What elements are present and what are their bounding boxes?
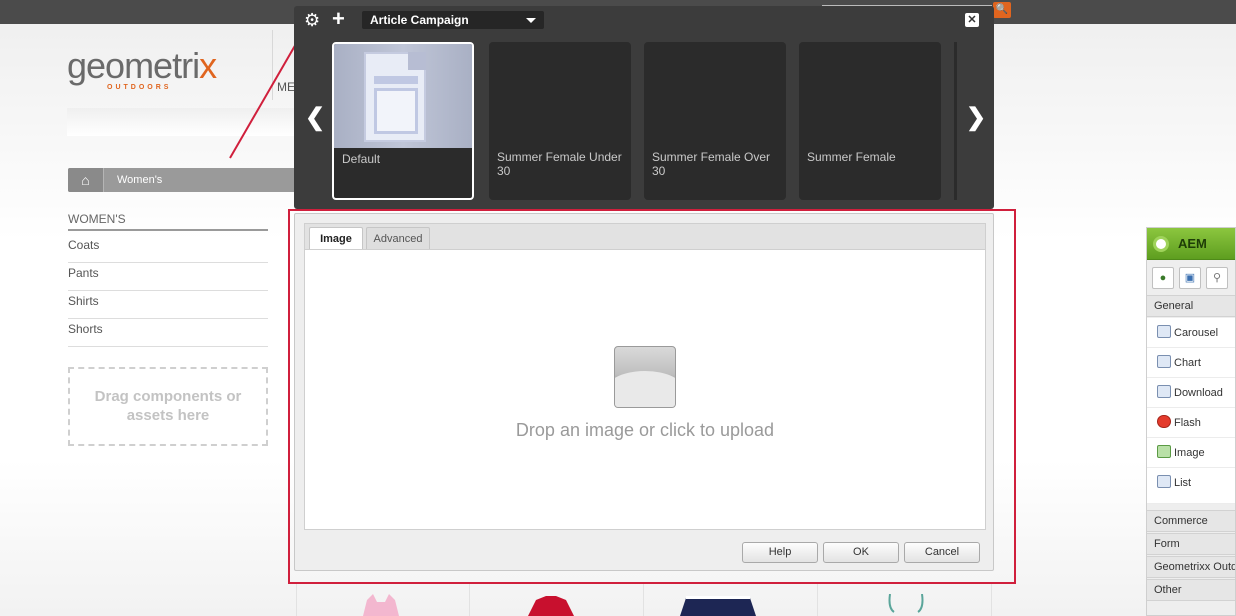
product-tile[interactable] [470, 584, 644, 616]
logo-text: geometri [67, 45, 200, 86]
nav-item-shorts[interactable]: Shorts [68, 319, 268, 347]
component-drop-zone[interactable]: Drag components or assets here [68, 367, 268, 446]
component-label: Carousel [1174, 327, 1219, 339]
breadcrumb: ⌂ Women's [68, 168, 298, 192]
flash-icon [1157, 415, 1171, 428]
download-icon [1157, 385, 1171, 398]
components-tab-icon[interactable]: ● [1152, 267, 1174, 289]
help-button[interactable]: Help [742, 542, 818, 563]
ok-button[interactable]: OK [823, 542, 899, 563]
image-drop-area[interactable]: Drop an image or click to upload [304, 249, 986, 530]
logo-divider [272, 30, 273, 100]
product-tile[interactable] [818, 584, 992, 616]
nav-section-rule [68, 229, 268, 231]
nav-item-pants[interactable]: Pants [68, 263, 268, 291]
group-geometrixx-outdoors[interactable]: Geometrixx Outdoors [1147, 556, 1235, 578]
component-download[interactable]: Download [1147, 378, 1235, 408]
nav-section-title: WOMEN'S [68, 212, 126, 226]
experience-label: Summer Female Under 30 [497, 150, 622, 178]
component-carousel[interactable]: Carousel [1147, 318, 1235, 348]
sidekick-header[interactable]: AEM [1147, 228, 1235, 260]
experience-card-default[interactable]: Default [332, 42, 474, 200]
component-label: Download [1174, 387, 1223, 399]
tab-image[interactable]: Image [309, 227, 363, 251]
red-jacket-thumbnail [528, 596, 574, 616]
experience-card[interactable]: Summer Female Under 30 [489, 42, 631, 200]
top-menu-item[interactable]: ME [277, 80, 295, 94]
component-label: Image [1174, 447, 1205, 459]
chevron-right-icon[interactable]: ❯ [966, 106, 986, 130]
component-label: Chart [1174, 357, 1201, 369]
nav-item-coats[interactable]: Coats [68, 235, 268, 263]
image-upload-icon[interactable] [614, 346, 676, 408]
campaign-select[interactable]: Article Campaign [362, 11, 544, 29]
tab-advanced[interactable]: Advanced [366, 227, 430, 250]
group-other[interactable]: Other [1147, 579, 1235, 601]
component-label: Flash [1174, 417, 1201, 429]
product-strip [296, 584, 992, 616]
gear-icon[interactable]: ⚙ [304, 10, 320, 30]
dialog-tabbar: Image Advanced [304, 223, 986, 251]
list-icon [1157, 475, 1171, 488]
experience-label: Summer Female [807, 150, 896, 164]
experience-card[interactable]: Summer Female Over 30 [644, 42, 786, 200]
aem-logo-icon [1153, 236, 1169, 252]
necklace-thumbnail [888, 594, 924, 613]
upload-hint[interactable]: Drop an image or click to upload [305, 420, 985, 441]
site-logo[interactable]: geometrix OUTDOORS [67, 45, 217, 92]
header-fade [67, 108, 297, 136]
info-tab-icon[interactable]: ⚲ [1206, 267, 1228, 289]
experience-card-partial[interactable] [954, 42, 957, 200]
component-label: List [1174, 477, 1192, 489]
image-dialog: Image Advanced Drop an image or click to… [294, 213, 994, 571]
experience-thumbnail [334, 44, 472, 148]
chart-icon [1157, 355, 1171, 368]
sidekick-panel: AEM ● ▣ ⚲ General Carousel Chart Downloa… [1146, 227, 1236, 616]
image-icon [1157, 445, 1171, 458]
navy-shorts-thumbnail [680, 596, 756, 616]
campaign-overlay: ⚙ + Article Campaign ✕ ❮ ❯ Default Summe… [294, 6, 994, 209]
document-icon [364, 52, 426, 142]
pink-top-thumbnail [363, 594, 399, 616]
product-tile[interactable] [296, 584, 470, 616]
group-general[interactable]: General [1147, 295, 1235, 317]
component-list[interactable]: List [1147, 468, 1235, 504]
add-icon[interactable]: + [332, 8, 345, 30]
cancel-button[interactable]: Cancel [904, 542, 980, 563]
page-tab-icon[interactable]: ▣ [1179, 267, 1201, 289]
experience-card[interactable]: Summer Female [799, 42, 941, 200]
experience-label: Summer Female Over 30 [652, 150, 771, 178]
component-flash[interactable]: Flash [1147, 408, 1235, 438]
close-icon[interactable]: ✕ [965, 13, 979, 27]
sidekick-tabs: ● ▣ ⚲ [1147, 264, 1235, 292]
nav-item-shirts[interactable]: Shirts [68, 291, 268, 319]
product-tile[interactable] [644, 584, 818, 616]
group-form[interactable]: Form [1147, 533, 1235, 555]
component-chart[interactable]: Chart [1147, 348, 1235, 378]
carousel-icon [1157, 325, 1171, 338]
campaign-select-value: Article Campaign [370, 13, 469, 27]
group-commerce[interactable]: Commerce [1147, 510, 1235, 532]
chevron-left-icon[interactable]: ❮ [305, 106, 325, 130]
component-image[interactable]: Image [1147, 438, 1235, 468]
logo-x: x [199, 45, 217, 86]
experience-label: Default [342, 152, 381, 166]
search-icon[interactable]: 🔍 [993, 2, 1011, 18]
chevron-down-icon [526, 18, 536, 23]
sidekick-title: AEM [1178, 236, 1207, 251]
breadcrumb-item-womens[interactable]: Women's [117, 174, 162, 186]
home-icon[interactable]: ⌂ [68, 168, 104, 192]
